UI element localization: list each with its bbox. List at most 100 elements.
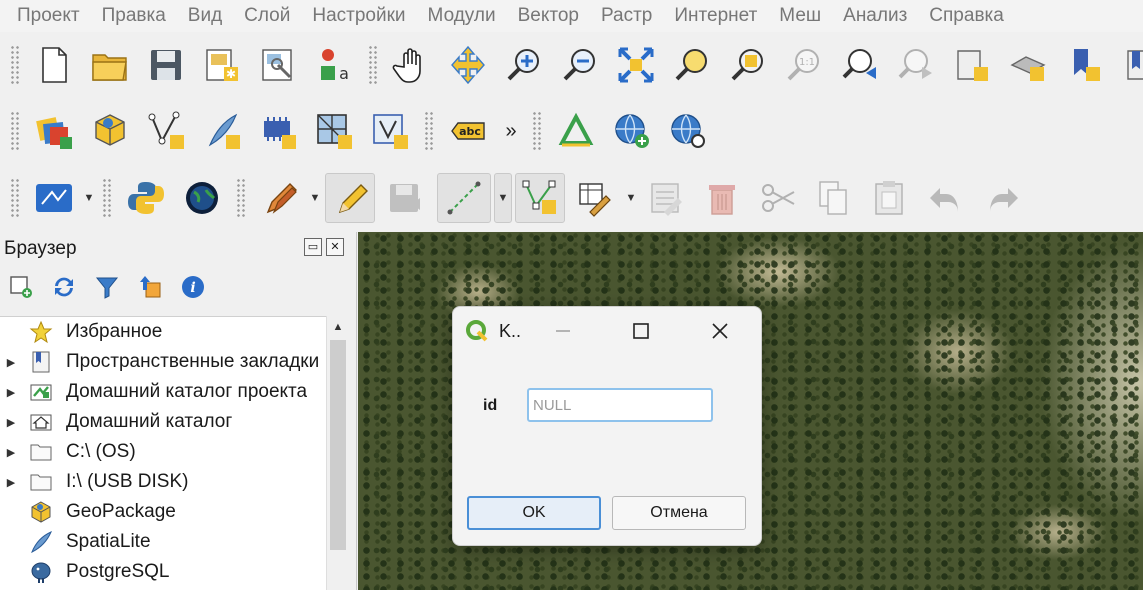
data-source-manager-button[interactable] [29, 106, 79, 156]
list-item[interactable]: SpatiaLite [0, 527, 326, 557]
toolbar-handle[interactable] [10, 45, 20, 85]
georeferencer-button[interactable] [551, 106, 601, 156]
show-bookmarks-button[interactable] [1115, 40, 1143, 90]
digitize-dropdown-icon[interactable]: ▼ [494, 173, 512, 223]
float-panel-icon[interactable]: ▭ [304, 238, 322, 256]
pan-button[interactable] [387, 40, 437, 90]
dialog-titlebar[interactable]: K.. [453, 307, 761, 355]
expand-arrow-icon[interactable]: ▶ [0, 446, 22, 459]
list-item[interactable]: PostgreSQL [0, 557, 326, 587]
edit-table-button[interactable] [641, 173, 691, 223]
save-edits-button[interactable] [381, 173, 431, 223]
toolbar-handle[interactable] [532, 111, 542, 151]
globe-button[interactable] [177, 173, 227, 223]
new-mesh-layer-button[interactable] [309, 106, 359, 156]
list-item[interactable]: ▶ Домашний каталог [0, 407, 326, 437]
zoom-to-selection-button[interactable] [667, 40, 717, 90]
new-3d-map-button[interactable] [1003, 40, 1053, 90]
list-item[interactable]: ▶ I:\ (USB DISK) [0, 467, 326, 497]
zoom-full-button[interactable] [611, 40, 661, 90]
ok-button[interactable]: OK [467, 496, 601, 530]
toggle-editing-button[interactable] [325, 173, 375, 223]
cut-features-button[interactable] [753, 173, 803, 223]
paste-features-button[interactable] [865, 173, 915, 223]
menu-analysis[interactable]: Анализ [832, 5, 918, 27]
menu-layer[interactable]: Слой [233, 5, 301, 27]
filter-button[interactable] [92, 272, 122, 302]
new-bookmark-button[interactable] [1059, 40, 1109, 90]
menu-edit[interactable]: Правка [91, 5, 177, 27]
delete-selected-button[interactable] [697, 173, 747, 223]
new-shapefile-layer-button[interactable] [141, 106, 191, 156]
toolbar-handle[interactable] [10, 111, 20, 151]
add-wms-layer-button[interactable] [607, 106, 657, 156]
refresh-button[interactable] [49, 272, 79, 302]
expand-arrow-icon[interactable]: ▶ [0, 476, 22, 489]
expand-arrow-icon[interactable]: ▶ [0, 416, 22, 429]
label-tool-button[interactable]: abc [443, 106, 493, 156]
add-selected-layers-button[interactable] [6, 272, 36, 302]
new-temporary-layer-button[interactable] [253, 106, 303, 156]
close-panel-icon[interactable]: ✕ [326, 238, 344, 256]
zoom-last-button[interactable] [835, 40, 885, 90]
expand-arrow-icon[interactable]: ▶ [0, 356, 22, 369]
list-item[interactable]: ▶ C:\ (OS) [0, 437, 326, 467]
new-project-button[interactable] [29, 40, 79, 90]
new-print-layout-button[interactable]: ✱ [197, 40, 247, 90]
processing-dropdown-icon[interactable]: ▼ [82, 173, 96, 223]
processing-model-button[interactable] [29, 173, 79, 223]
list-item[interactable]: Избранное [0, 317, 326, 347]
properties-button[interactable]: i [178, 272, 208, 302]
cancel-button[interactable]: Отмена [612, 496, 746, 530]
zoom-out-button[interactable] [555, 40, 605, 90]
edits-dropdown-icon[interactable]: ▼ [308, 173, 322, 223]
toolbar-handle[interactable] [102, 178, 112, 218]
more-tools-icon[interactable]: » [496, 120, 526, 143]
toolbar-handle[interactable] [424, 111, 434, 151]
zoom-native-button[interactable]: 1:1 [779, 40, 829, 90]
new-virtual-layer-button[interactable] [365, 106, 415, 156]
zoom-in-button[interactable] [499, 40, 549, 90]
maximize-button[interactable] [623, 315, 659, 347]
attributes-dropdown-icon[interactable]: ▼ [624, 173, 638, 223]
layout-manager-button[interactable] [253, 40, 303, 90]
scroll-thumb[interactable] [330, 340, 346, 550]
modify-attributes-button[interactable] [571, 173, 621, 223]
list-item[interactable]: GeoPackage [0, 497, 326, 527]
new-geopackage-layer-button[interactable] [85, 106, 135, 156]
menu-vector[interactable]: Вектор [507, 5, 590, 27]
pan-to-selection-button[interactable] [443, 40, 493, 90]
current-edits-button[interactable] [255, 173, 305, 223]
menu-view[interactable]: Вид [177, 5, 233, 27]
digitize-line-button[interactable] [437, 173, 491, 223]
toolbar-handle[interactable] [10, 178, 20, 218]
copy-features-button[interactable] [809, 173, 859, 223]
python-console-button[interactable] [121, 173, 171, 223]
expand-arrow-icon[interactable]: ▶ [0, 386, 22, 399]
list-item[interactable]: ▶ Пространственные закладки [0, 347, 326, 377]
collapse-all-button[interactable] [135, 272, 165, 302]
tree-scrollbar[interactable]: ▲ [326, 316, 348, 590]
menu-web[interactable]: Интернет [663, 5, 768, 27]
close-button[interactable] [702, 315, 738, 347]
toolbar-handle[interactable] [368, 45, 378, 85]
id-field-input[interactable] [527, 388, 713, 422]
menu-settings[interactable]: Настройки [301, 5, 416, 27]
scroll-up-icon[interactable]: ▲ [327, 316, 349, 338]
zoom-next-button[interactable] [891, 40, 941, 90]
menu-mesh[interactable]: Меш [768, 5, 832, 27]
toolbar-handle[interactable] [236, 178, 246, 218]
new-spatial-bookmark-button[interactable] [947, 40, 997, 90]
open-project-button[interactable] [85, 40, 135, 90]
redo-button[interactable] [977, 173, 1027, 223]
save-project-button[interactable] [141, 40, 191, 90]
menu-raster[interactable]: Растр [590, 5, 663, 27]
list-item[interactable]: ▶ Домашний каталог проекта [0, 377, 326, 407]
vertex-tool-button[interactable] [515, 173, 565, 223]
new-spatialite-layer-button[interactable] [197, 106, 247, 156]
menu-project[interactable]: Проект [6, 5, 91, 27]
metasearch-button[interactable] [663, 106, 713, 156]
minimize-button[interactable] [545, 315, 581, 347]
browser-tree[interactable]: Избранное ▶ Пространственные закладки ▶ … [0, 316, 326, 590]
zoom-to-layer-button[interactable] [723, 40, 773, 90]
